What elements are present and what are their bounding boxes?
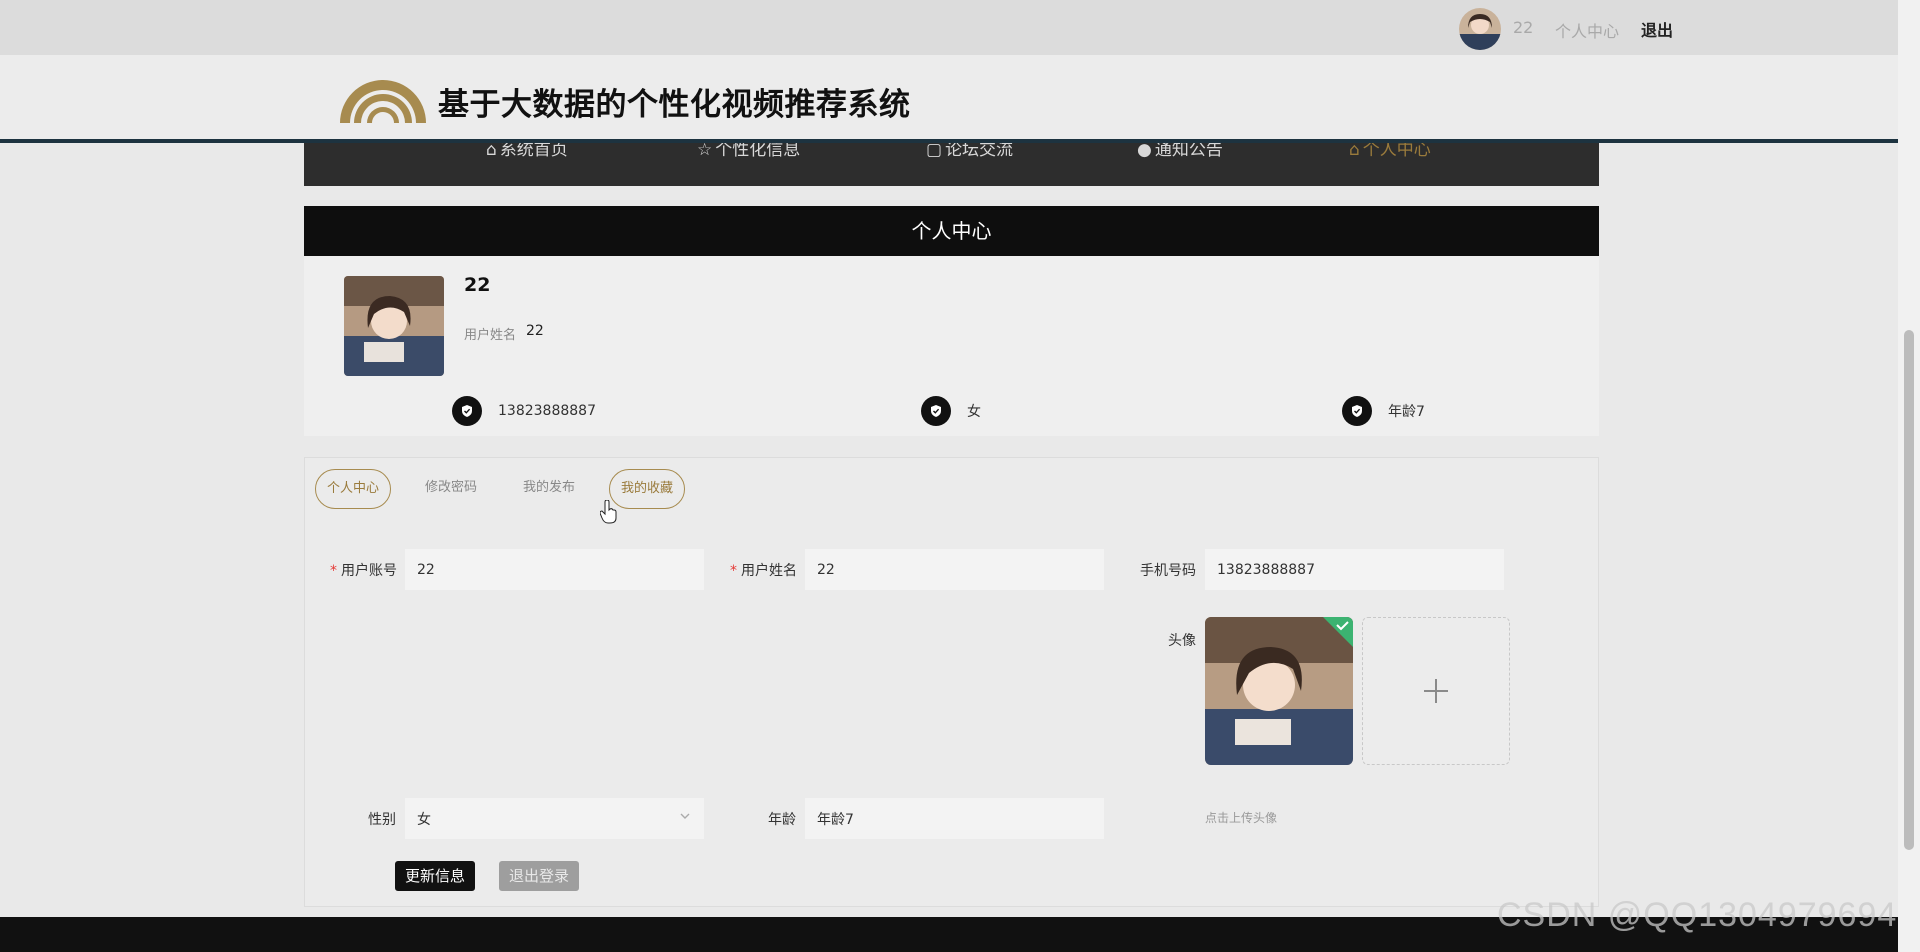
- info-icon: ●: [1137, 143, 1152, 160]
- profile-photo: [344, 276, 444, 376]
- age-label: 年龄: [768, 812, 796, 828]
- home-icon: ⌂: [1349, 143, 1360, 160]
- profile-gender-value: 女: [967, 404, 981, 420]
- arc-logo-icon[interactable]: [338, 69, 428, 125]
- site-header: 基于大数据的个性化视频推荐系统: [0, 55, 1898, 143]
- nav-item-label: 个人中心: [1362, 143, 1431, 160]
- page-title: 个人中心: [304, 206, 1599, 256]
- profile-edit-panel: 个人中心 修改密码 我的发布 我的收藏 *用户账号 *用户姓名 手机号码 头像 …: [304, 457, 1599, 907]
- phone-input[interactable]: [1205, 549, 1504, 590]
- home-icon: ⌂: [486, 143, 497, 160]
- account-input[interactable]: [405, 549, 704, 590]
- gender-label: 性别: [368, 812, 396, 828]
- account-label: * 用户账号: [330, 563, 397, 579]
- user-avatar[interactable]: [1459, 8, 1501, 50]
- hand-cursor-icon: [599, 499, 618, 528]
- nav-item-label: 通知公告: [1154, 143, 1223, 160]
- realname-label: * 用户姓名: [730, 563, 797, 579]
- profile-age-value: 年龄7: [1388, 404, 1425, 420]
- profile-gender: 女: [921, 396, 981, 426]
- topbar-logout-link[interactable]: 退出: [1641, 17, 1673, 41]
- plus-icon: [1424, 679, 1448, 703]
- realname-label-text: 用户姓名: [741, 563, 797, 579]
- topbar-username: 22: [1513, 18, 1534, 37]
- gender-select-value: 女: [417, 812, 431, 828]
- main-nav: ⌂ 系统首页 ☆ 个性化信息 ▢ 论坛交流 ● 通知公告 ⌂ 个人中心: [304, 143, 1599, 186]
- nav-item-label: 系统首页: [499, 143, 568, 160]
- shield-icon: [452, 396, 482, 426]
- phone-label: 手机号码: [1140, 563, 1196, 579]
- account-label-text: 用户账号: [341, 563, 397, 579]
- nav-item-notice[interactable]: ● 通知公告: [1137, 143, 1223, 160]
- top-utility-bar: 22 个人中心 退出: [0, 0, 1920, 55]
- scrollbar-thumb[interactable]: [1904, 330, 1914, 850]
- profile-phone: 13823888887: [452, 396, 596, 426]
- topbar-personal-center-link[interactable]: 个人中心: [1555, 18, 1619, 42]
- profile-realname-value: 22: [526, 323, 544, 339]
- tab-personal-center[interactable]: 个人中心: [315, 469, 392, 509]
- tab-my-favorites[interactable]: 我的收藏: [609, 469, 686, 509]
- update-info-button[interactable]: 更新信息: [395, 861, 476, 891]
- star-icon: ☆: [697, 143, 713, 160]
- nav-item-label: 个性化信息: [715, 143, 801, 160]
- bag-icon: ▢: [926, 143, 943, 160]
- upload-tip: 点击上传头像: [1205, 811, 1278, 825]
- nav-item-forum[interactable]: ▢ 论坛交流: [926, 143, 1013, 160]
- nav-item-personal-center[interactable]: ⌂ 个人中心: [1349, 143, 1431, 160]
- nav-item-label: 论坛交流: [945, 143, 1014, 160]
- profile-realname-label: 用户姓名: [464, 328, 517, 343]
- tab-change-password[interactable]: 修改密码: [414, 469, 488, 509]
- profile-name: 22: [464, 274, 491, 296]
- nav-item-home[interactable]: ⌂ 系统首页: [486, 143, 568, 160]
- shield-icon: [921, 396, 951, 426]
- avatar-preview[interactable]: [1205, 617, 1353, 765]
- shield-icon: [1342, 396, 1372, 426]
- avatar-label: 头像: [1168, 633, 1196, 649]
- chevron-down-icon: [678, 808, 692, 827]
- watermark: CSDN @QQ1304979694: [1497, 896, 1898, 934]
- avatar-upload-button[interactable]: [1362, 617, 1510, 765]
- realname-input[interactable]: [805, 549, 1104, 590]
- profile-card: 22 用户姓名 22 13823888887 女 年龄7: [304, 256, 1599, 436]
- tab-my-posts[interactable]: 我的发布: [512, 469, 586, 509]
- profile-phone-value: 13823888887: [498, 403, 596, 419]
- site-title: 基于大数据的个性化视频推荐系统: [438, 87, 911, 123]
- age-input[interactable]: [805, 798, 1104, 839]
- nav-item-personalized[interactable]: ☆ 个性化信息: [697, 143, 800, 160]
- gender-select[interactable]: 女: [405, 798, 704, 839]
- profile-age: 年龄7: [1342, 396, 1425, 426]
- logout-button[interactable]: 退出登录: [499, 861, 580, 891]
